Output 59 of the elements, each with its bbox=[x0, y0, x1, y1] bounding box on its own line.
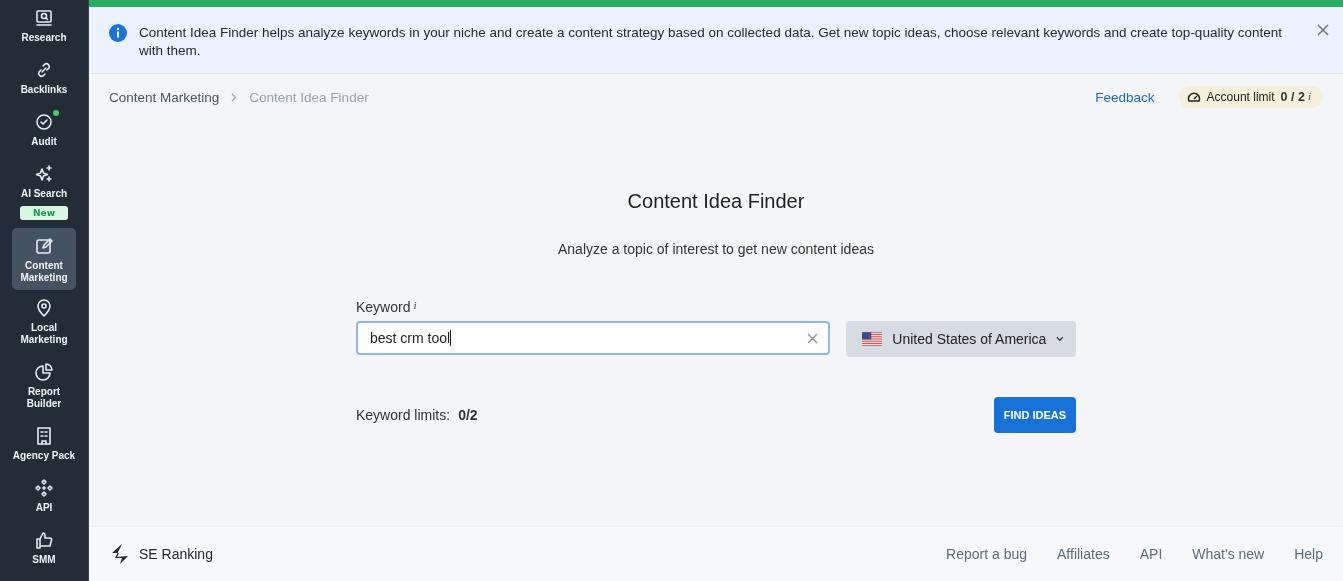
limits-value: 0/2 bbox=[458, 407, 478, 423]
sidebar-label: Backlinks bbox=[20, 84, 68, 96]
check-circle-icon bbox=[34, 112, 54, 132]
sidebar-item[interactable]: Research bbox=[12, 0, 76, 52]
sidebar-label: SMM bbox=[32, 554, 56, 566]
sidebar-item[interactable]: SMM bbox=[12, 522, 76, 574]
nodes-icon bbox=[34, 478, 54, 498]
keyword-value: best crm tool bbox=[370, 330, 451, 346]
gauge-icon bbox=[1186, 91, 1201, 103]
field-label: Keyword bbox=[356, 299, 411, 315]
account-limit-label: Account limit bbox=[1206, 90, 1275, 104]
footer-link[interactable]: Affiliates bbox=[1057, 546, 1110, 562]
country-select[interactable]: United States of America bbox=[846, 321, 1076, 357]
pie-chart-icon bbox=[34, 362, 54, 382]
sparkles-icon bbox=[34, 164, 54, 184]
sidebar-label: AI Search bbox=[20, 188, 68, 200]
sidebar-item[interactable]: AI Search New bbox=[12, 156, 76, 228]
info-icon[interactable]: i bbox=[413, 299, 417, 311]
sidebar-item[interactable]: API bbox=[12, 470, 76, 522]
account-limit-value: 0 / 2 bbox=[1280, 90, 1305, 104]
sidebar-label: Audit bbox=[31, 136, 57, 148]
footer-link[interactable]: API bbox=[1139, 546, 1163, 562]
sidebar-label: Research bbox=[21, 32, 67, 44]
sidebar-label: API bbox=[35, 502, 53, 514]
footer-link[interactable]: Help bbox=[1294, 546, 1323, 562]
footer-link[interactable]: What's new bbox=[1192, 546, 1265, 562]
new-badge: New bbox=[20, 206, 68, 220]
thumbs-up-icon bbox=[34, 530, 54, 550]
keyword-input[interactable]: best crm tool bbox=[356, 321, 830, 355]
sidebar-item[interactable]: Local Marketing bbox=[12, 290, 76, 354]
us-flag-icon bbox=[862, 331, 883, 347]
info-icon[interactable]: i bbox=[1307, 90, 1311, 102]
page-subtitle: Analyze a topic of interest to get new content ideas bbox=[558, 241, 874, 257]
edit-icon bbox=[34, 236, 54, 256]
limits-label: Keyword limits: bbox=[356, 407, 451, 423]
close-icon[interactable] bbox=[1317, 24, 1329, 36]
page-title: Content Idea Finder bbox=[627, 190, 805, 213]
banner-text: Content Idea Finder helps analyze keywords in your niche and create a content strategy based on collected data. Get new topic ideas, choose relevant keywords and create top-quality content with them. bbox=[139, 24, 1283, 60]
building-icon bbox=[34, 426, 54, 446]
sidebar-label: Report Builder bbox=[25, 386, 63, 410]
monitor-search-icon bbox=[34, 8, 54, 28]
sidebar-item[interactable]: Report Builder bbox=[12, 354, 76, 418]
map-pin-icon bbox=[34, 298, 54, 318]
sidebar-label: Agency Pack bbox=[12, 450, 76, 462]
feedback-link[interactable]: Feedback bbox=[1095, 89, 1155, 105]
sidebar-item[interactable]: Audit bbox=[12, 104, 76, 156]
chevron-down-icon bbox=[1056, 336, 1064, 342]
sidebar-item[interactable]: Agency Pack bbox=[12, 418, 76, 470]
info-icon bbox=[109, 24, 127, 42]
sidebar-item[interactable]: Content Marketing bbox=[12, 228, 76, 290]
sidebar-label: Local Marketing bbox=[19, 322, 69, 346]
sidebar-item[interactable]: Backlinks bbox=[12, 52, 76, 104]
sidebar-label: Content Marketing bbox=[19, 260, 69, 284]
brand-name: SE Ranking bbox=[139, 546, 213, 562]
footer-link[interactable]: Report a bug bbox=[946, 546, 1028, 562]
chevron-right-icon bbox=[231, 92, 238, 102]
breadcrumb-link[interactable]: Content Marketing bbox=[109, 89, 220, 105]
clear-icon[interactable] bbox=[807, 332, 818, 344]
find-ideas-button[interactable]: FIND IDEAS bbox=[993, 397, 1076, 433]
